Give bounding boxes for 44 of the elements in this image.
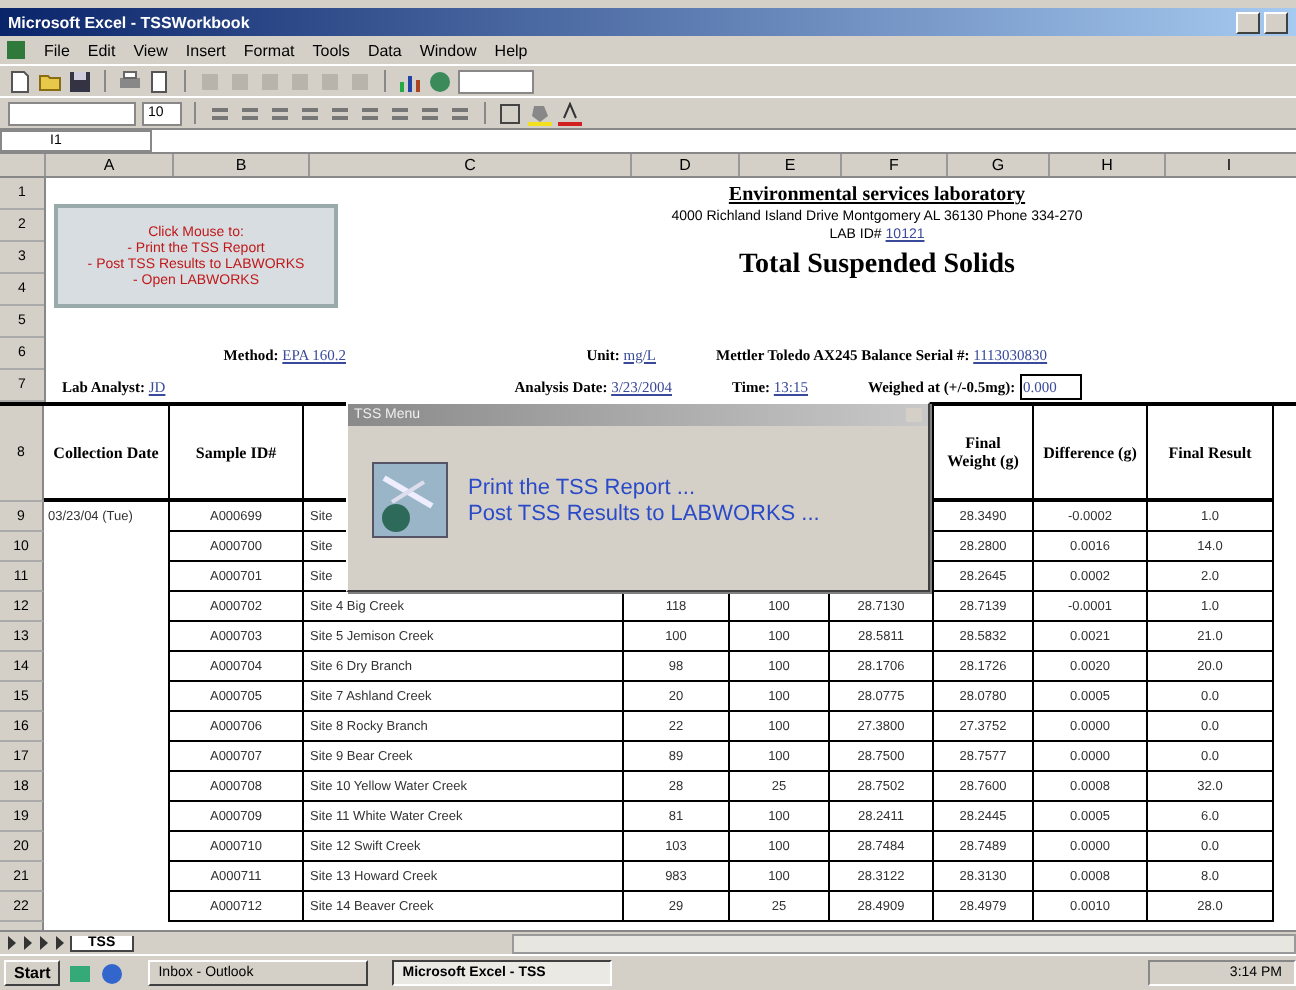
printer-icon[interactable] (118, 69, 142, 93)
font-field[interactable] (8, 101, 136, 125)
start-button[interactable]: Start (4, 960, 61, 986)
fill-color-icon[interactable] (528, 101, 552, 125)
satellite-dish-icon (372, 462, 448, 538)
column-header[interactable]: A (44, 154, 172, 176)
column-header[interactable]: I (1164, 154, 1292, 176)
borders-icon[interactable] (498, 101, 522, 125)
column-header[interactable]: G (946, 154, 1048, 176)
column-header[interactable]: B (172, 154, 308, 176)
column-header[interactable]: F (840, 154, 946, 176)
menu-item[interactable]: Format (243, 41, 295, 59)
menu-item[interactable]: File (44, 41, 70, 59)
menu-item[interactable]: Help (494, 41, 528, 59)
column-header[interactable]: D (630, 154, 738, 176)
font-color-icon[interactable] (558, 101, 582, 125)
zoom-field[interactable] (458, 69, 534, 93)
column-heading: Collection Date (53, 443, 159, 461)
column-heading: Final Weight (g) (945, 434, 1021, 470)
browser-icon[interactable] (100, 961, 125, 985)
column-heading: Final Result (1168, 443, 1252, 461)
menu-item[interactable]: Insert (185, 41, 226, 59)
dialog-link[interactable]: Print the TSS Report ... (468, 475, 820, 499)
menu-item[interactable]: Edit (87, 41, 116, 59)
column-header[interactable]: C (308, 154, 630, 176)
menu-item[interactable]: View (133, 41, 168, 59)
menu-item[interactable]: Data (367, 41, 402, 59)
menu-item[interactable]: Window (419, 41, 477, 59)
column-header[interactable]: H (1048, 154, 1164, 176)
column-heading: Difference (g) (1043, 443, 1137, 461)
dialog-link[interactable]: Post TSS Results to LABWORKS ... (468, 501, 820, 525)
close-button[interactable] (1264, 11, 1288, 33)
window-title: Microsoft Excel - TSSWorkbook (8, 13, 250, 31)
lab-name: Environmental services laboratory (728, 184, 1026, 206)
preview-icon[interactable] (148, 69, 172, 93)
horizontal-scrollbar[interactable] (512, 933, 1296, 953)
column-header[interactable]: E (738, 154, 840, 176)
desktop-icon[interactable] (68, 961, 93, 985)
report-title: Total Suspended Solids (739, 250, 1015, 282)
column-heading: Sample ID# (195, 443, 277, 461)
menu-item[interactable]: Tools (312, 41, 350, 59)
minimize-button[interactable] (1236, 11, 1260, 33)
spreadsheet-icon (6, 40, 26, 60)
page-icon[interactable] (8, 69, 32, 93)
